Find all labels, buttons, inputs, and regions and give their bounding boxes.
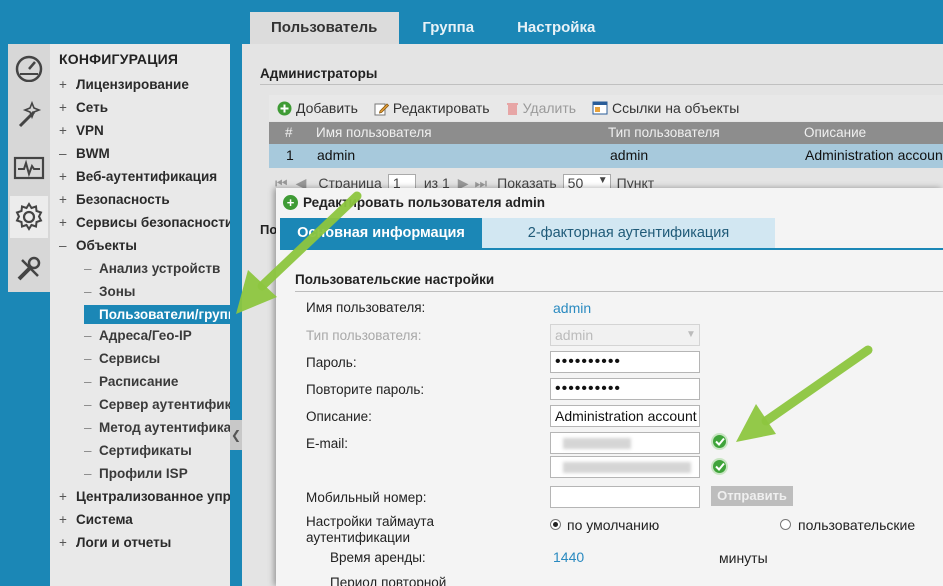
annotation-arrows: [236, 191, 873, 442]
arrow-icon: [736, 345, 873, 442]
arrow-icon: [236, 191, 362, 314]
